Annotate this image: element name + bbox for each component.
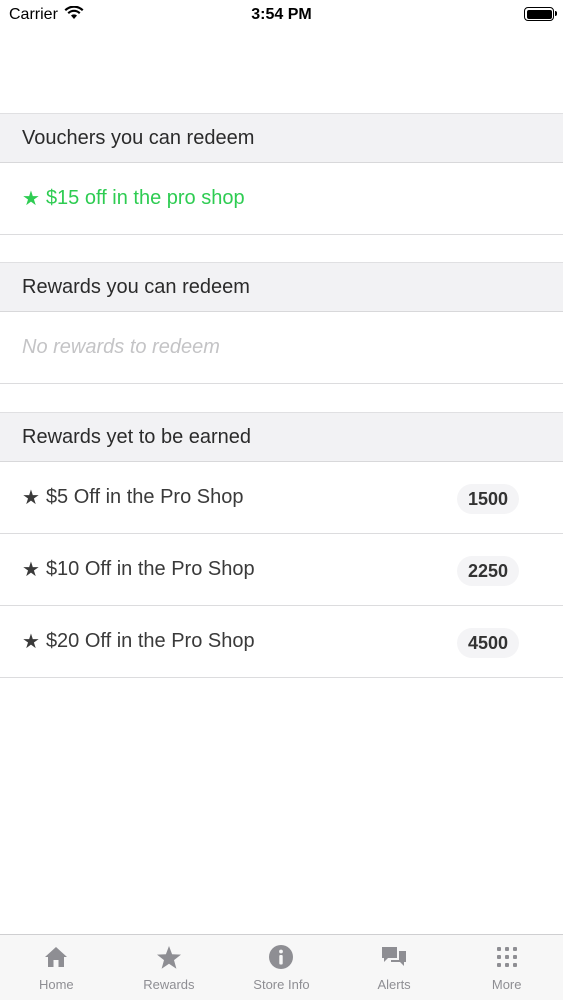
reward-label: $10 Off in the Pro Shop: [45, 558, 255, 580]
tab-label: Alerts: [377, 977, 411, 992]
star-icon: ★: [22, 631, 40, 653]
tab-store-info[interactable]: Store Info: [225, 935, 338, 1000]
tab-rewards[interactable]: Rewards: [113, 935, 226, 1000]
tab-label: Rewards: [143, 977, 195, 992]
status-bar: Carrier 3:54 PM: [0, 0, 563, 30]
earned-section: Rewards yet to be earned ★ $5 Off in the…: [0, 412, 563, 678]
tab-label: Home: [38, 977, 74, 992]
star-icon: ★: [22, 559, 40, 581]
star-icon: [156, 943, 182, 971]
tab-bar: Home Rewards Store Info Alerts More: [0, 934, 563, 1000]
earned-reward-row[interactable]: ★ $5 Off in the Pro Shop 1500: [0, 462, 563, 534]
home-icon: [44, 943, 68, 971]
reward-label: $20 Off in the Pro Shop: [45, 630, 255, 652]
tab-label: Store Info: [253, 977, 310, 992]
info-icon: [268, 943, 294, 971]
reward-label: $5 Off in the Pro Shop: [45, 486, 244, 508]
points-badge: 4500: [457, 628, 519, 658]
earned-reward-row[interactable]: ★ $10 Off in the Pro Shop 2250: [0, 534, 563, 606]
earned-reward-row[interactable]: ★ $20 Off in the Pro Shop 4500: [0, 606, 563, 678]
voucher-label: $15 off in the pro shop: [45, 187, 245, 209]
vouchers-header: Vouchers you can redeem: [0, 113, 563, 163]
tab-alerts[interactable]: Alerts: [338, 935, 451, 1000]
voucher-item[interactable]: ★ $15 off in the pro shop: [0, 163, 563, 235]
status-time: 3:54 PM: [251, 6, 312, 23]
chat-bubbles-icon: [380, 943, 408, 971]
star-icon: ★: [22, 188, 40, 210]
tab-more[interactable]: More: [450, 935, 563, 1000]
rewards-empty-text: No rewards to redeem: [0, 312, 563, 384]
vouchers-section: Vouchers you can redeem ★ $15 off in the…: [0, 113, 563, 235]
rewards-header: Rewards you can redeem: [0, 262, 563, 312]
battery-icon: [524, 7, 557, 21]
tab-home[interactable]: Home: [0, 935, 113, 1000]
star-icon: ★: [22, 487, 40, 509]
rewards-section: Rewards you can redeem No rewards to red…: [0, 262, 563, 384]
points-badge: 1500: [457, 484, 519, 514]
grid-dots-icon: [496, 943, 518, 971]
tab-label: More: [491, 977, 522, 992]
earned-header: Rewards yet to be earned: [0, 412, 563, 462]
points-badge: 2250: [457, 556, 519, 586]
